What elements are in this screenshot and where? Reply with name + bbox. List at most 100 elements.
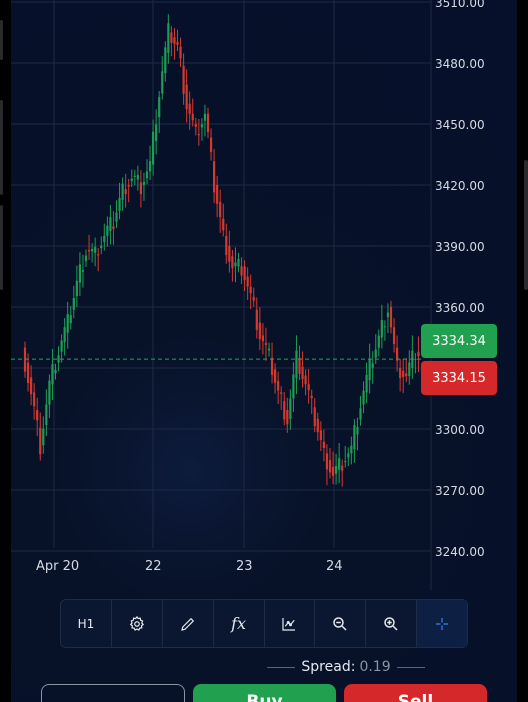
pencil-icon [180,617,194,631]
candle-body [292,374,295,399]
candle-body [72,297,75,310]
phone-side-button-left-2 [0,100,3,195]
candle-body [341,465,344,471]
candle-body [380,320,383,338]
candle-body [249,286,252,294]
phone-side-button-left-3 [0,205,3,290]
candle-body [325,453,329,470]
candle-body [48,380,51,405]
candle-body [307,384,310,391]
price-label: 3450.00 [435,118,485,132]
candle-body [145,171,149,179]
candle-body [255,309,258,330]
spread-line-right [396,666,426,668]
spread-label: Spread: [301,659,356,675]
candle-body [60,340,63,352]
zoom-in-button[interactable] [366,600,418,647]
price-label: 3360.00 [435,301,485,315]
buy-button[interactable]: Buy [193,684,336,702]
candle-body [338,458,341,470]
candle-body [368,358,371,381]
candle-body [118,198,121,211]
candle-body [234,262,237,267]
candle-body [206,113,210,133]
candle-body [158,97,161,118]
candle-body [264,342,268,345]
zoom-out-icon [333,616,347,631]
spread-indicator: Spread: 0.19 [261,657,431,677]
candles [23,14,420,487]
candle-body [36,410,39,421]
candle-body [87,250,91,252]
candle-body [353,425,356,450]
amount-field[interactable] [41,684,185,702]
phone-frame: 3510.00 3480.00 3450.00 3420.00 3390.00 3360.… [0,0,528,702]
candle-body [231,256,234,269]
candle-body [356,426,359,435]
candle-body [286,410,289,425]
candle-body [328,460,332,473]
candle-body [54,369,57,374]
trading-screen: 3510.00 3480.00 3450.00 3420.00 3390.00 3360.… [11,0,517,702]
candle-body [258,322,261,340]
candle-body [188,103,191,114]
candle-body [115,212,118,222]
candle-body [209,137,213,153]
indicators-button[interactable] [265,600,316,647]
candle-body [91,249,94,252]
crosshair-button[interactable] [417,600,467,647]
candle-body [97,254,100,256]
timeframe-button[interactable]: H1 [61,600,112,647]
candle-body [383,326,386,328]
candle-body [78,264,81,283]
indicator-chart-icon [282,617,296,631]
candle-body [374,349,377,358]
candle-body [252,296,255,301]
functions-button[interactable]: fx [214,600,265,647]
candle-body [414,359,417,361]
candle-body [26,362,30,383]
candle-body [152,131,155,165]
date-label: Apr 20 [36,559,79,574]
candle-body [200,124,203,128]
candle-body [69,315,72,324]
candle-body [121,183,124,200]
zoom-out-button[interactable] [315,600,367,647]
candle-body [219,201,222,218]
candle-body [402,370,405,378]
date-label: 22 [145,559,162,574]
candle-body [94,246,97,253]
candle-body [298,357,301,374]
candle-body [216,185,219,204]
candle-body [350,445,353,454]
candle-body [203,113,207,121]
candle-body [100,245,103,249]
draw-button[interactable] [163,600,214,647]
candle-body [75,280,78,297]
candle-body [289,398,292,419]
candle-body [63,327,66,343]
price-chart[interactable]: 3510.00 3480.00 3450.00 3420.00 3390.00 3360.… [11,0,517,590]
candle-body [112,226,115,229]
candle-body [182,65,185,94]
date-axis-labels: Apr 20 22 23 24 [36,559,343,574]
candle-body [310,395,313,399]
candle-body [417,351,420,357]
candle-body [42,428,45,446]
price-axis-labels: 3510.00 3480.00 3450.00 3420.00 3390.00 3360.… [435,0,485,559]
candle-body [106,225,109,236]
settings-button[interactable] [112,600,163,647]
candle-body [301,366,304,380]
candle-body [246,276,249,287]
candle-body [389,307,393,328]
timeframe-label: H1 [77,616,95,631]
candle-body [84,255,88,261]
candle-body [261,335,264,342]
candle-body [319,430,322,441]
sell-button[interactable]: Sell [344,684,487,702]
price-label: 3270.00 [435,484,485,498]
candle-body [197,134,200,136]
spread-line-left [267,666,296,668]
candle-body [362,390,365,405]
candle-body [365,374,368,393]
